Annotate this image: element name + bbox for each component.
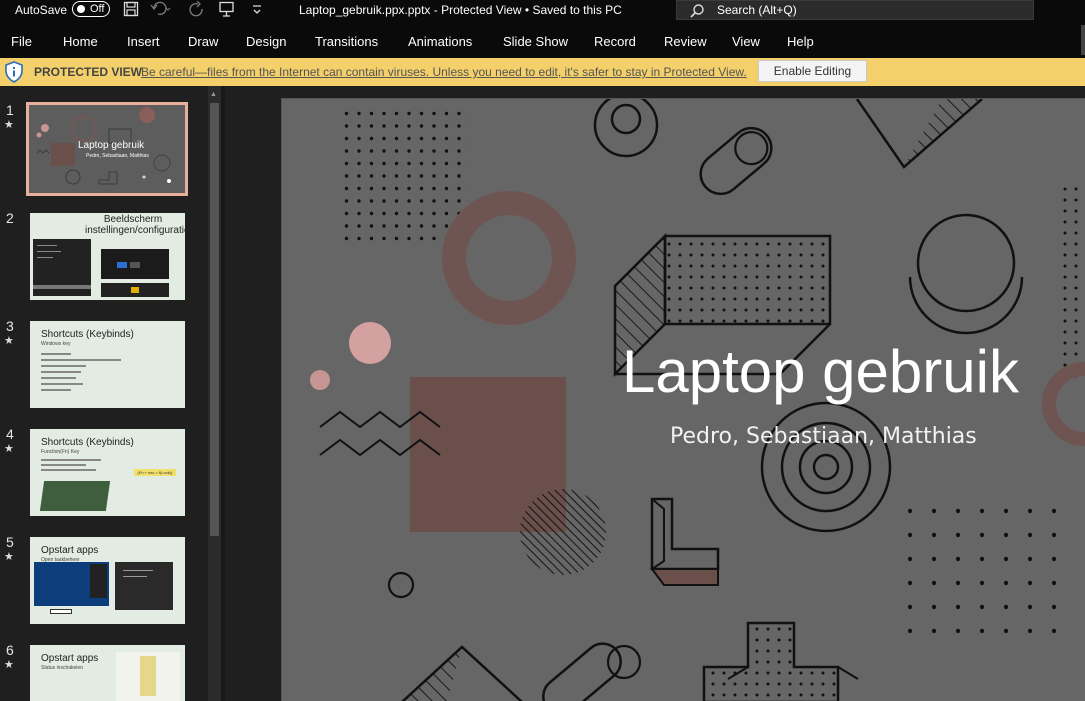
slide-subtitle[interactable]: Pedro, Sebastiaan, Matthias: [670, 423, 977, 451]
tab-home[interactable]: Home: [63, 34, 98, 50]
shield-icon: [5, 61, 23, 83]
slide-number: 4: [6, 426, 14, 442]
tab-transitions[interactable]: Transitions: [315, 34, 378, 50]
thumbnail-subtitle: Pedro, Sebastiaan, Matthias: [86, 153, 149, 159]
slide-number: 6: [6, 642, 14, 658]
animation-star-icon: ★: [4, 551, 14, 563]
tab-slide-show[interactable]: Slide Show: [503, 34, 568, 50]
protected-view-label: PROTECTED VIEW: [34, 65, 143, 79]
redo-icon[interactable]: [188, 0, 208, 21]
save-icon[interactable]: [121, 1, 141, 21]
thumbnail-title: Opstart apps: [41, 653, 99, 664]
enable-editing-button[interactable]: Enable Editing: [758, 60, 867, 82]
customize-qat-icon[interactable]: [247, 1, 267, 21]
thumbnail-screenshot: [115, 562, 173, 610]
animation-star-icon: ★: [4, 119, 14, 131]
thumbnail-screenshot: [33, 239, 91, 296]
search-placeholder: Search (Alt+Q): [717, 3, 797, 17]
ribbon-tabs: File Home Insert Draw Design Transitions…: [0, 25, 1085, 58]
undo-icon[interactable]: [150, 1, 171, 21]
scroll-up-icon[interactable]: ▲: [210, 91, 217, 98]
keyboard-image: [39, 481, 111, 511]
slide-thumbnail-5[interactable]: Opstart apps Open taakbeheer: [30, 537, 185, 624]
search-icon: [690, 4, 704, 18]
protected-view-message[interactable]: Be careful—files from the Internet can c…: [141, 65, 747, 79]
tab-file[interactable]: File: [11, 34, 32, 50]
tab-insert[interactable]: Insert: [127, 34, 160, 50]
toggle-knob: [77, 5, 85, 13]
autosave-toggle[interactable]: Off: [72, 1, 110, 17]
scrollbar-thumb[interactable]: [210, 103, 219, 536]
tab-review[interactable]: Review: [664, 34, 707, 50]
tab-draw[interactable]: Draw: [188, 34, 218, 50]
slide-thumbnail-2[interactable]: Beeldscherm instellingen/configuratie: [30, 213, 185, 300]
protected-view-bar: PROTECTED VIEW Be careful—files from the…: [0, 58, 1085, 86]
present-icon[interactable]: [217, 1, 237, 21]
thumbnail-title: Laptop gebruik: [78, 140, 145, 151]
animation-star-icon: ★: [4, 335, 14, 347]
slide-thumbnail-6[interactable]: Opstart apps Status inschakelen: [30, 645, 185, 701]
thumbnail-subtitle: Function(Fn) Key: [41, 449, 80, 455]
animation-star-icon: ★: [4, 443, 14, 455]
autosave-label: AutoSave: [15, 3, 68, 17]
slide-thumbnail-3[interactable]: Shortcuts (Keybinds) Windows key: [30, 321, 185, 408]
thumbnail-screenshot: [34, 562, 109, 606]
slide-number: 2: [6, 210, 14, 226]
thumbnail-badge: (Fn + esc = f(Lock)): [134, 469, 176, 476]
thumbnail-screenshot: [101, 283, 169, 297]
ribbon-scroll: [1081, 25, 1085, 55]
thumbnail-title: Beeldscherm instellingen/configuratie: [85, 214, 185, 236]
tab-help[interactable]: Help: [787, 34, 814, 50]
animation-star-icon: ★: [4, 659, 14, 671]
thumbnail-title: Shortcuts (Keybinds): [41, 329, 134, 340]
slide-title[interactable]: Laptop gebruik: [622, 337, 1019, 407]
slide-thumbnail-1[interactable]: Laptop gebruik Pedro, Sebastiaan, Matthi…: [26, 102, 188, 196]
tab-view[interactable]: View: [732, 34, 760, 50]
thumbnail-subtitle: Windows key: [41, 341, 71, 347]
thumbnail-subtitle: Status inschakelen: [41, 665, 83, 671]
tab-design[interactable]: Design: [246, 34, 286, 50]
tab-animations[interactable]: Animations: [408, 34, 472, 50]
thumbnail-title: Opstart apps: [41, 545, 99, 556]
thumbnail-screenshot: [50, 609, 72, 614]
pane-divider[interactable]: [221, 86, 225, 701]
thumbnail-scrollbar[interactable]: ▲: [208, 86, 221, 701]
slide-number: 1: [6, 102, 14, 118]
document-title: Laptop_gebruik.ppx.pptx - Protected View…: [299, 3, 622, 17]
autosave-state: Off: [90, 3, 105, 15]
slide-canvas[interactable]: Laptop gebruik Pedro, Sebastiaan, Matthi…: [281, 98, 1085, 701]
thumbnail-screenshot: [101, 249, 169, 279]
slide-number: 5: [6, 534, 14, 550]
thumbnail-screenshot: [116, 652, 180, 701]
slide-thumbnail-panel: 1 ★ Laptop gebruik Pedro, Sebastiaan, Ma…: [0, 86, 208, 701]
slide-number: 3: [6, 318, 14, 334]
slide-thumbnail-4[interactable]: Shortcuts (Keybinds) Function(Fn) Key (F…: [30, 429, 185, 516]
thumbnail-title: Shortcuts (Keybinds): [41, 437, 134, 448]
tab-record[interactable]: Record: [594, 34, 636, 50]
search-box[interactable]: Search (Alt+Q): [676, 0, 1034, 20]
title-bar: AutoSave Off Laptop_gebruik.ppx.pptx - P…: [0, 0, 1085, 25]
